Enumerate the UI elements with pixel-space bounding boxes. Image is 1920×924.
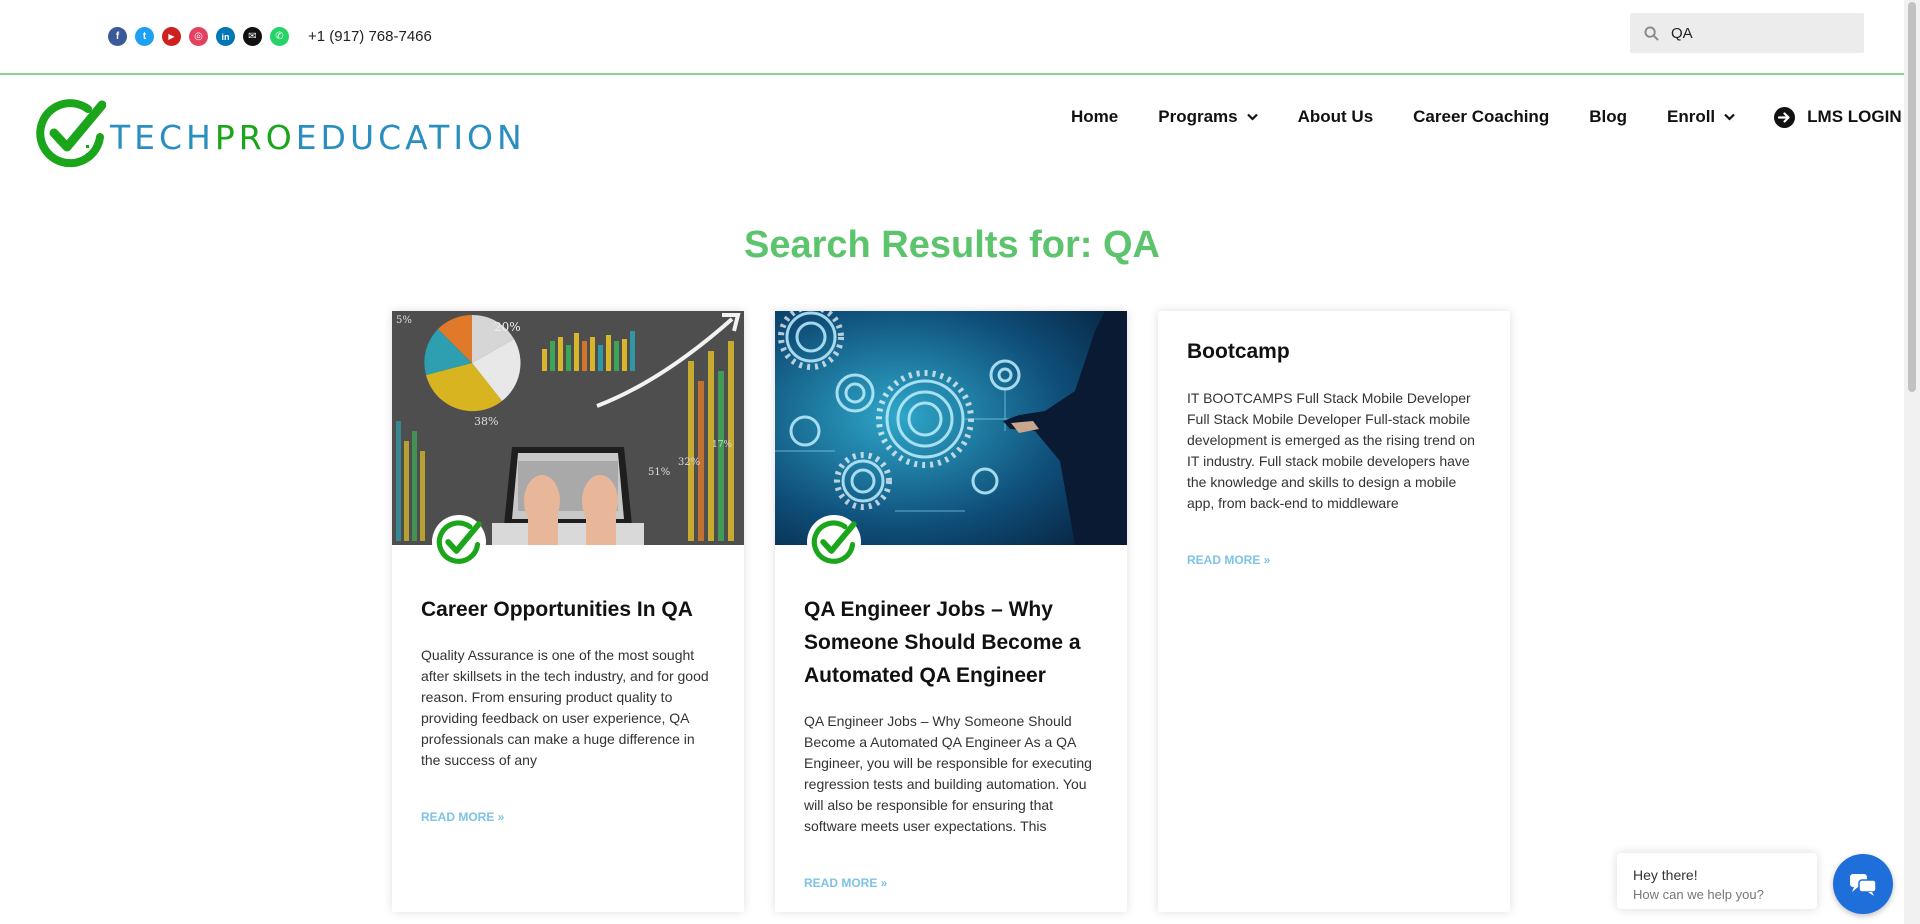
checkmark-logo-icon <box>811 520 857 564</box>
post-excerpt: Quality Assurance is one of the most sou… <box>421 647 709 768</box>
nav-enroll[interactable]: Enroll <box>1667 107 1735 127</box>
chart-label: 5% <box>396 315 412 326</box>
post-excerpt: QA Engineer Jobs – Why Someone Should Be… <box>804 713 1092 834</box>
analytics-laptop-image: 20% 5% 38% 32% 51% 17% <box>392 311 744 545</box>
chat-greeting: Hey there! <box>1633 867 1698 883</box>
lms-login-button[interactable]: LMS LOGIN <box>1774 106 1902 128</box>
chevron-down-icon <box>1246 113 1258 121</box>
nav-programs[interactable]: Programs <box>1158 107 1258 127</box>
page-title: Search Results for: QA <box>744 224 1160 266</box>
card-body: Bootcamp IT BOOTCAMPS Full Stack Mobile … <box>1158 335 1510 569</box>
chart-label: 20% <box>494 320 521 334</box>
scrollbar-thumb[interactable] <box>1908 2 1916 392</box>
chevron-down-icon <box>1724 113 1735 121</box>
whatsapp-icon[interactable]: ✆ <box>270 27 289 46</box>
arrow-circle-right-icon <box>1774 106 1796 128</box>
search-result-card: QA Engineer Jobs – Why Someone Should Be… <box>775 311 1127 912</box>
nav-coaching-label: Career Coaching <box>1413 107 1550 126</box>
lms-login-label: LMS LOGIN <box>1807 107 1902 126</box>
post-excerpt: IT BOOTCAMPS Full Stack Mobile Developer… <box>1187 390 1475 511</box>
chart-label: 38% <box>474 415 498 428</box>
search-result-card: 20% 5% 38% 32% 51% 17% Career Opportunit… <box>392 311 744 912</box>
chart-label: 51% <box>648 467 670 478</box>
read-more-link[interactable]: READ MORE » <box>1187 553 1270 567</box>
nav-enroll-label: Enroll <box>1666 107 1716 126</box>
chat-launcher-button[interactable] <box>1833 854 1893 914</box>
facebook-icon[interactable]: f <box>108 27 127 46</box>
post-thumbnail[interactable]: 20% 5% 38% 32% 51% 17% <box>392 311 744 569</box>
social-links: f t ▶ ◎ in ✉ ✆ <box>108 27 289 46</box>
search-input[interactable] <box>1669 23 1853 43</box>
checkmark-logo-icon <box>36 99 106 168</box>
checkmark-logo-icon <box>436 520 482 564</box>
search-form[interactable] <box>1630 13 1864 53</box>
site-logo[interactable]: TECHPROEDUCATION <box>36 97 526 169</box>
read-more-link[interactable]: READ MORE » <box>421 810 504 824</box>
youtube-icon[interactable]: ▶ <box>162 27 181 46</box>
envelope-icon[interactable]: ✉ <box>243 27 262 46</box>
logo-text-tech: TECH <box>110 117 215 157</box>
logo-wordmark: TECHPROEDUCATION <box>110 118 526 157</box>
chart-label: 17% <box>712 440 732 450</box>
card-body: QA Engineer Jobs – Why Someone Should Be… <box>775 593 1127 892</box>
tech-gears-image <box>775 311 1127 545</box>
nav-about-us[interactable]: About Us <box>1298 107 1374 127</box>
nav-home[interactable]: Home <box>1071 107 1118 127</box>
nav-home-label: Home <box>1071 107 1119 126</box>
post-title[interactable]: Bootcamp <box>1187 335 1481 368</box>
read-more-link[interactable]: READ MORE » <box>804 876 887 890</box>
chat-prompt: How can we help you? <box>1633 887 1764 902</box>
card-body: Career Opportunities In QA Quality Assur… <box>392 593 744 826</box>
instagram-icon[interactable]: ◎ <box>189 27 208 46</box>
author-avatar <box>807 515 861 569</box>
top-bar: f t ▶ ◎ in ✉ ✆ +1 (917) 768-7466 <box>0 0 1904 75</box>
post-thumbnail[interactable] <box>775 311 1127 569</box>
logo-text-pro: PRO <box>214 117 296 157</box>
page-scrollbar[interactable] <box>1904 0 1920 924</box>
post-title[interactable]: Career Opportunities In QA <box>421 593 715 626</box>
main-navigation: Home Programs About Us Career Coaching B… <box>1071 105 1902 129</box>
logo-text-education: EDUCATION <box>295 117 526 157</box>
chat-greeting-bubble[interactable]: Hey there! How can we help you? <box>1617 853 1817 909</box>
post-title[interactable]: QA Engineer Jobs – Why Someone Should Be… <box>804 593 1098 692</box>
linkedin-icon[interactable]: in <box>216 27 235 46</box>
nav-blog[interactable]: Blog <box>1589 107 1627 127</box>
chat-icon <box>1850 874 1877 896</box>
nav-blog-label: Blog <box>1589 107 1627 126</box>
nav-about-label: About Us <box>1297 107 1374 126</box>
author-avatar <box>432 515 486 569</box>
nav-career-coaching[interactable]: Career Coaching <box>1413 107 1549 127</box>
search-icon <box>1644 25 1659 41</box>
chart-label: 32% <box>678 457 700 468</box>
nav-programs-label: Programs <box>1158 107 1238 126</box>
phone-number[interactable]: +1 (917) 768-7466 <box>308 28 432 45</box>
twitter-icon[interactable]: t <box>135 27 154 46</box>
search-result-card: Bootcamp IT BOOTCAMPS Full Stack Mobile … <box>1158 311 1510 912</box>
